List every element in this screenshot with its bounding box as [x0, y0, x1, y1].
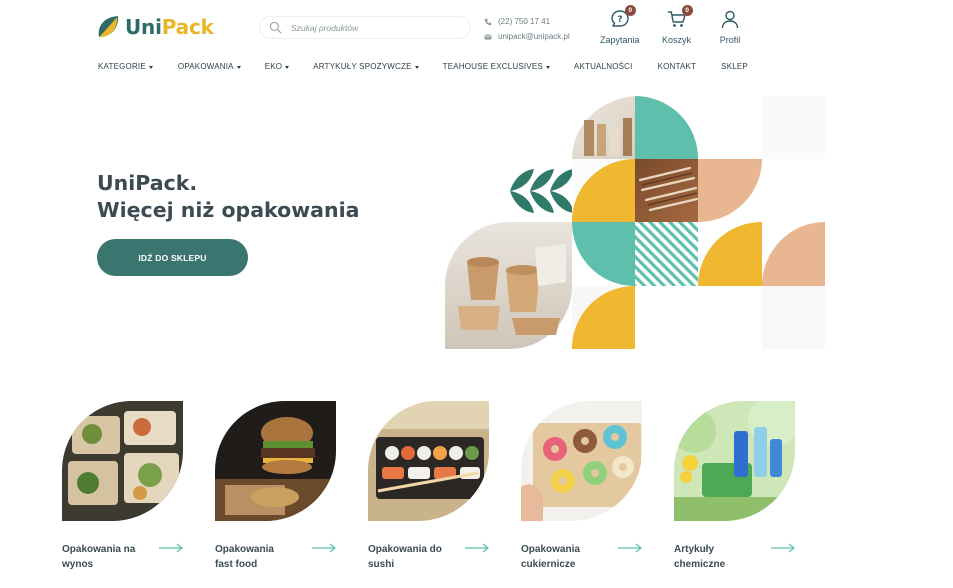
nav-item-sklep[interactable]: SKLEP: [721, 62, 748, 71]
main-navigation: KATEGORIE OPAKOWANIA EKO ARTYKUŁY SPOŻYW…: [98, 62, 748, 71]
svg-text:?: ?: [617, 15, 622, 25]
inquiries-button[interactable]: ? 0 Zapytania: [600, 5, 640, 45]
arrow-right-icon[interactable]: [311, 542, 337, 554]
arrow-right-icon[interactable]: [617, 542, 643, 554]
category-label: Opakowania do sushi: [368, 544, 442, 570]
category-label: Opakowania cukiernicze: [521, 544, 580, 570]
arrow-right-icon[interactable]: [770, 542, 796, 554]
nav-item-artykuly-spozywcze[interactable]: ARTYKUŁY SPOŻYWCZE: [313, 62, 419, 71]
hero-mosaic-image: [445, 96, 825, 349]
category-image-fast-food: [215, 401, 336, 521]
inquiries-count-badge: 0: [624, 5, 636, 16]
caret-down-icon: [414, 65, 419, 69]
cart-button[interactable]: 0 Koszyk: [662, 5, 693, 45]
arrow-right-icon[interactable]: [464, 542, 490, 554]
nav-item-aktualnosci[interactable]: AKTUALNOŚCI: [574, 62, 633, 71]
category-card-confectionery[interactable]: Opakowania cukiernicze: [521, 401, 642, 570]
category-label: Opakowania na wynos: [62, 544, 136, 570]
profile-label: Profil: [719, 35, 741, 45]
cart-count-badge: 0: [681, 5, 693, 16]
category-image-chemicals: [674, 401, 795, 521]
search-icon: [269, 21, 282, 34]
caret-down-icon: [236, 65, 241, 69]
leaves-decoration: [510, 169, 574, 213]
nav-item-teahouse-exclusives[interactable]: TEAHOUSE EXCLUSIVES: [443, 62, 550, 71]
category-card-fast-food[interactable]: Opakowania fast food: [215, 401, 336, 570]
phone-icon: [484, 18, 492, 25]
category-image-sushi: [368, 401, 489, 521]
brand-name: UniPack: [125, 15, 214, 39]
caret-down-icon: [285, 65, 290, 69]
category-card-takeaway[interactable]: Opakowania na wynos: [62, 401, 183, 570]
go-to-shop-button[interactable]: IDŹ DO SKLEPU: [97, 239, 248, 276]
user-icon: [721, 10, 739, 29]
hero-title: UniPack. Więcej niż opakowania: [97, 170, 359, 224]
inquiries-label: Zapytania: [600, 35, 640, 45]
category-card-sushi[interactable]: Opakowania do sushi: [368, 401, 489, 570]
category-label: Artykuły chemiczne: [674, 544, 726, 570]
leaf-logo-icon: [98, 16, 119, 37]
caret-down-icon: [148, 65, 153, 69]
category-image-confectionery: [521, 401, 642, 521]
hero-title-line1: UniPack.: [97, 171, 198, 195]
nav-item-kontakt[interactable]: KONTAKT: [658, 62, 697, 71]
caret-down-icon: [545, 65, 550, 69]
arrow-right-icon[interactable]: [158, 542, 184, 554]
cart-label: Koszyk: [662, 35, 692, 45]
logo[interactable]: UniPack: [97, 15, 214, 39]
search-bar[interactable]: [259, 16, 471, 39]
category-card-chemicals[interactable]: Artykuły chemiczne: [674, 401, 795, 570]
nav-item-eko[interactable]: EKO: [265, 62, 290, 71]
nav-item-kategorie[interactable]: KATEGORIE: [98, 62, 153, 71]
nav-item-opakowania[interactable]: OPAKOWANIA: [178, 62, 241, 71]
mail-icon: [484, 34, 492, 40]
phone-number[interactable]: (22) 750 17 41: [498, 17, 550, 26]
category-label: Opakowania fast food: [215, 544, 274, 570]
profile-button[interactable]: Profil: [719, 8, 741, 45]
search-input[interactable]: [291, 22, 451, 33]
hero-title-line2: Więcej niż opakowania: [97, 198, 360, 222]
email-address[interactable]: unipack@unipack.pl: [498, 32, 570, 41]
category-image-takeaway: [62, 401, 183, 521]
contact-info: (22) 750 17 41 unipack@unipack.pl: [484, 14, 570, 44]
